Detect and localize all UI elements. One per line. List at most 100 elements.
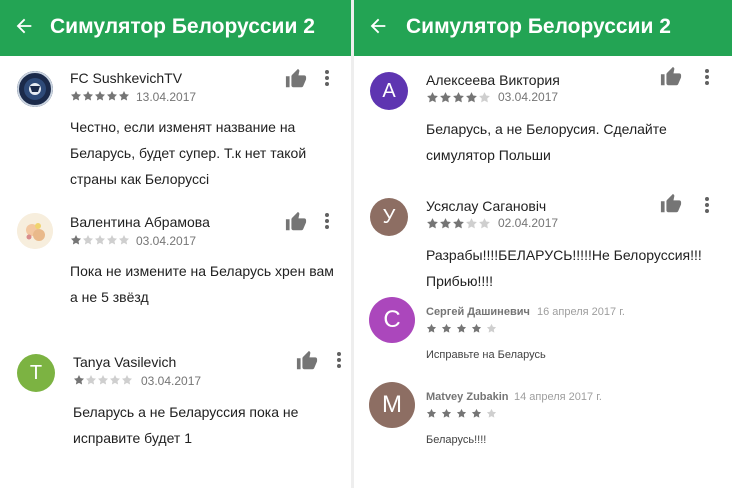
rating-stars [426,323,501,334]
star-filled-icon [426,323,437,333]
more-options-button[interactable] [320,66,334,90]
rating-stars [70,234,130,246]
star-filled-icon [456,323,467,333]
like-button[interactable] [296,350,318,372]
review-text: Честно, если изменят название на Беларус… [70,119,307,187]
star-empty-icon [479,92,490,103]
more-vert-icon [705,69,709,85]
review-author: Усяслау Сагановiч [426,198,547,214]
more-options-button[interactable] [700,193,714,217]
star-empty-icon [119,235,129,245]
avatar-letter: М [382,391,402,418]
like-button[interactable] [285,211,307,233]
thumb-up-icon [285,211,307,231]
thumb-up-icon [296,350,318,370]
review-date: 02.04.2017 [498,216,559,230]
star-filled-icon [440,218,451,229]
review-author: Matvey Zubakin [426,391,509,403]
author-avatar: А [370,72,408,110]
thumb-up-icon [285,68,307,88]
more-options-button[interactable] [700,65,714,89]
arrow-back-icon [16,18,32,34]
star-filled-icon [456,408,467,418]
star-empty-icon [98,375,108,385]
left-screen: Симулятор Белоруссии 2 FC SushkevichTV 1… [0,0,351,488]
star-filled-icon [427,92,438,103]
review-text: Пока не измените на Беларусь хрен вам а … [70,263,334,305]
like-button[interactable] [660,193,682,215]
review-date: 03.04.2017 [136,234,197,248]
review-text: Беларусь, а не Белорусия. Сделайте симул… [426,121,667,163]
star-filled-icon [441,323,452,333]
star-filled-icon [440,92,451,103]
star-filled-icon [453,218,464,229]
star-empty-icon [95,235,105,245]
star-filled-icon [119,91,129,101]
review-author: Tanya Vasilevich [73,354,177,370]
avatar-letter: А [382,79,396,102]
like-button[interactable] [660,66,682,88]
rating-stars [426,91,491,104]
star-empty-icon [86,375,96,385]
avatar-letter: С [383,306,401,333]
rating-stars [70,90,130,102]
star-filled-icon [71,235,81,245]
arrow-back-icon [370,18,386,34]
app-bar: Симулятор Белоруссии 2 [354,0,732,56]
avatar-photo-icon [17,213,53,249]
star-empty-icon [83,235,93,245]
review-author: Алексеева Виктория [426,72,560,88]
review-date: 03.04.2017 [141,374,202,388]
review-author: FC SushkevichTV [70,70,183,86]
more-vert-icon [325,213,329,229]
club-logo-icon [17,71,53,107]
star-empty-icon [479,218,490,229]
review-date: 16 апреля 2017 г. [537,306,625,318]
star-empty-icon [486,408,497,418]
author-avatar: С [369,297,415,343]
review-text: Разрабы!!!!БЕЛАРУСЬ!!!!!Не Белоруссия!!!… [426,247,702,289]
thumb-up-icon [660,66,682,86]
like-button[interactable] [285,68,307,90]
rating-stars [426,217,491,230]
star-filled-icon [471,323,482,333]
star-filled-icon [95,91,105,101]
app-title: Симулятор Белоруссии 2 [50,15,315,38]
star-filled-icon [107,91,117,101]
app-bar: Симулятор Белоруссии 2 [0,0,351,56]
back-button[interactable] [358,6,398,46]
right-screen: Симулятор Белоруссии 2 А Алексеева Викто… [354,0,732,488]
rating-stars [73,374,133,386]
more-vert-icon [325,70,329,86]
avatar-letter: У [382,205,396,228]
star-empty-icon [110,375,120,385]
author-avatar [17,213,53,249]
star-filled-icon [466,92,477,103]
avatar-letter: T [29,361,43,384]
more-vert-icon [337,352,341,368]
author-avatar: T [17,354,55,392]
star-empty-icon [486,323,497,333]
rating-stars [426,408,501,419]
review-date: 14 апреля 2017 г. [514,391,602,403]
star-filled-icon [71,91,81,101]
review-date: 03.04.2017 [498,90,559,104]
app-title: Симулятор Белоруссии 2 [406,15,671,38]
star-empty-icon [466,218,477,229]
star-filled-icon [453,92,464,103]
more-vert-icon [705,197,709,213]
review-date: 13.04.2017 [136,90,197,104]
review-author: Сергей Дашиневич [426,306,530,318]
star-filled-icon [74,375,84,385]
review-text: Беларусь!!!! [426,434,487,446]
star-filled-icon [83,91,93,101]
star-filled-icon [471,408,482,418]
more-options-button[interactable] [332,348,346,372]
review-text: Беларусь а не Беларуссия пока не исправи… [73,404,299,446]
back-button[interactable] [4,6,44,46]
star-empty-icon [122,375,132,385]
author-avatar: У [370,198,408,236]
review-text: Исправьте на Беларусь [426,349,546,361]
more-options-button[interactable] [320,209,334,233]
star-empty-icon [107,235,117,245]
